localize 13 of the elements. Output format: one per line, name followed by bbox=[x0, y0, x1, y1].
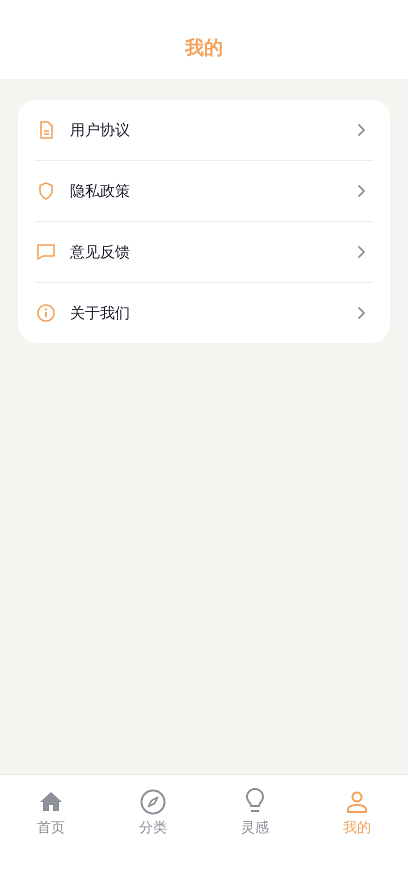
menu-item[interactable]: 意见反馈 bbox=[35, 222, 373, 283]
chevron-right-icon bbox=[355, 123, 367, 137]
info-icon bbox=[36, 303, 56, 323]
menu-item[interactable]: 隐私政策 bbox=[35, 161, 373, 222]
chat-bubble-icon bbox=[36, 242, 56, 262]
menu-item[interactable]: 关于我们 bbox=[35, 283, 373, 343]
chevron-right-icon bbox=[355, 306, 367, 320]
shield-icon bbox=[36, 181, 56, 201]
chevron-right-icon bbox=[355, 184, 367, 198]
compass-icon bbox=[139, 788, 167, 816]
chevron-right-icon bbox=[355, 245, 367, 259]
menu-item[interactable]: 用户协议 bbox=[35, 100, 373, 161]
page-title: 我的 bbox=[185, 36, 223, 60]
